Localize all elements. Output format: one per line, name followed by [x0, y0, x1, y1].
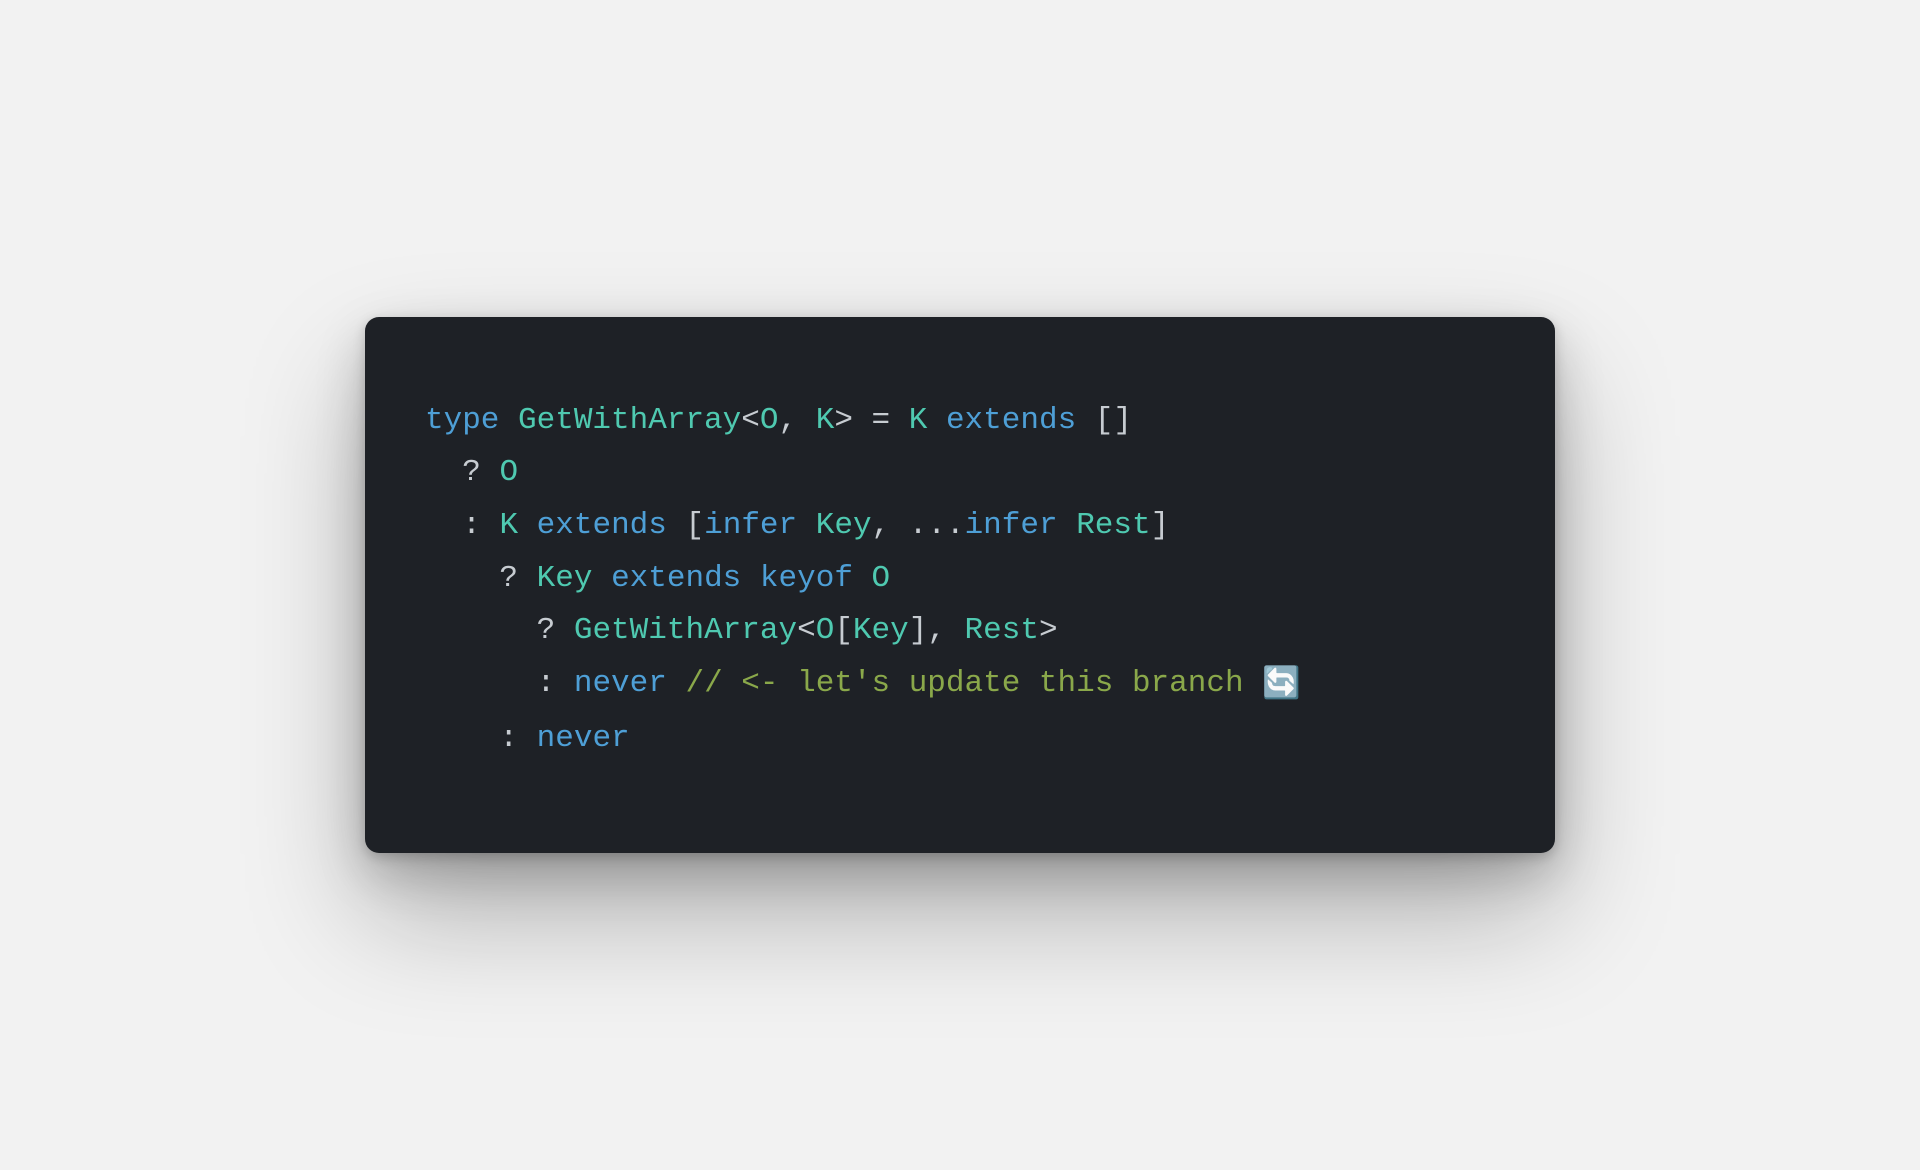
code-line: ? Key extends keyof O — [425, 561, 890, 596]
code-line: ? GetWithArray<O[Key], Rest> — [425, 613, 1058, 648]
code-token: , — [778, 403, 815, 438]
code-token: O — [816, 613, 835, 648]
page-stage: type GetWithArray<O, K> = K extends [] ?… — [0, 0, 1920, 1170]
code-token: O — [872, 561, 891, 596]
code-token: ? — [462, 455, 499, 490]
code-token: extends — [611, 561, 741, 596]
code-token: K — [909, 403, 928, 438]
code-token: K — [816, 403, 835, 438]
code-token: ] — [1151, 508, 1170, 543]
code-token: [ — [667, 508, 704, 543]
code-token: [ — [834, 613, 853, 648]
code-token: < — [741, 403, 760, 438]
code-token: never — [574, 666, 667, 701]
code-token: K — [499, 508, 518, 543]
code-token: keyof — [760, 561, 853, 596]
code-line: type GetWithArray<O, K> = K extends [] — [425, 403, 1132, 438]
code-token: : — [537, 666, 574, 701]
code-token: : — [499, 721, 536, 756]
code-token — [592, 561, 611, 596]
code-token: type — [425, 403, 518, 438]
code-token: extends — [537, 508, 667, 543]
code-token — [741, 561, 760, 596]
code-token — [853, 561, 872, 596]
code-token: O — [760, 403, 779, 438]
code-token — [667, 666, 686, 701]
code-token — [518, 508, 537, 543]
code-token: GetWithArray — [518, 403, 741, 438]
code-token: Rest — [965, 613, 1039, 648]
code-token: [] — [1076, 403, 1132, 438]
code-token: > — [1039, 613, 1058, 648]
code-line: : never // <- let's update this branch 🔄 — [425, 666, 1301, 701]
code-token: extends — [946, 403, 1076, 438]
code-line: : K extends [infer Key, ...infer Rest] — [425, 508, 1169, 543]
code-token: , ... — [872, 508, 965, 543]
code-snippet-card: type GetWithArray<O, K> = K extends [] ?… — [365, 317, 1555, 854]
code-token: Rest — [1076, 508, 1150, 543]
code-token — [1058, 508, 1077, 543]
code-line: : never — [425, 721, 630, 756]
code-token — [927, 403, 946, 438]
code-token: infer — [704, 508, 797, 543]
code-token: ? — [499, 561, 536, 596]
code-token: Key — [816, 508, 872, 543]
code-token: Key — [537, 561, 593, 596]
code-token: infer — [965, 508, 1058, 543]
code-token: ? — [537, 613, 574, 648]
code-token: never — [537, 721, 630, 756]
code-block: type GetWithArray<O, K> = K extends [] ?… — [425, 395, 1495, 766]
code-token: > = — [834, 403, 908, 438]
code-token: Key — [853, 613, 909, 648]
code-token: GetWithArray — [574, 613, 797, 648]
code-token: ], — [909, 613, 965, 648]
code-token: // <- let's update this branch — [685, 666, 1262, 701]
code-line: ? O — [425, 455, 518, 490]
code-token — [797, 508, 816, 543]
code-token: O — [499, 455, 518, 490]
code-token: < — [797, 613, 816, 648]
code-token: : — [462, 508, 499, 543]
code-token: 🔄 — [1262, 660, 1301, 713]
